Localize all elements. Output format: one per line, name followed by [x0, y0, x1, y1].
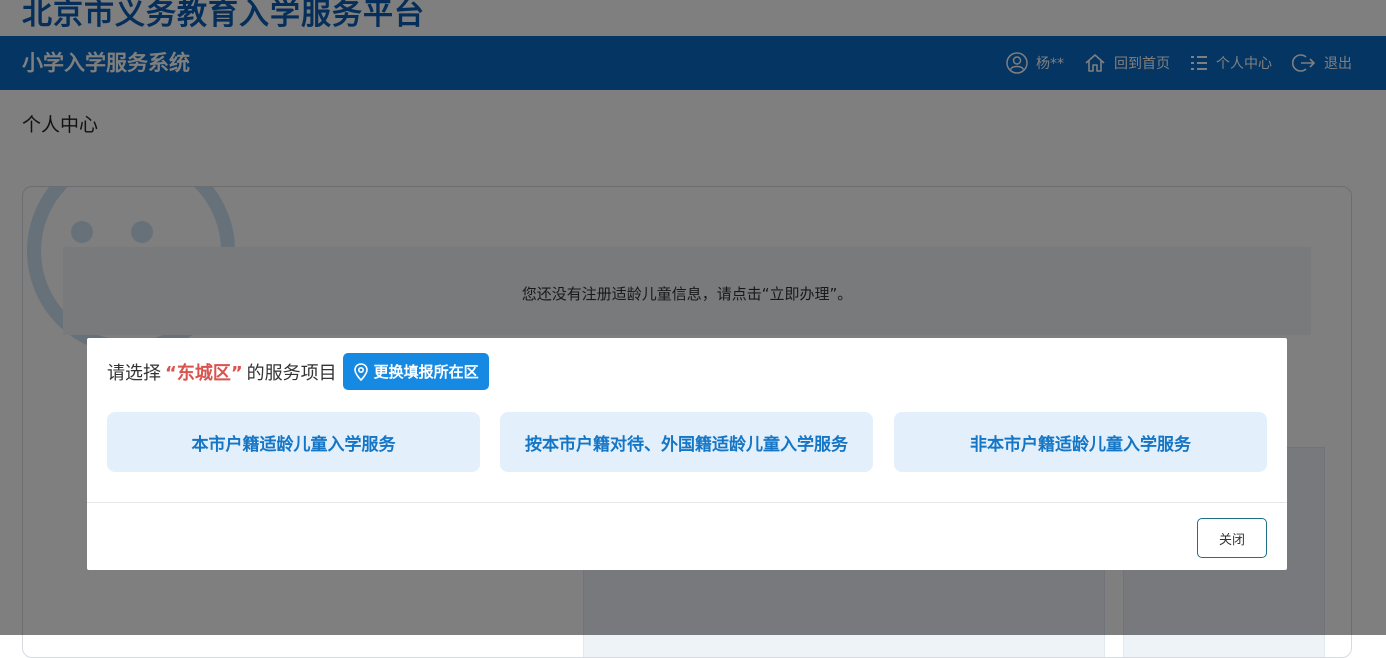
service-options: 本市户籍适龄儿童入学服务 按本市户籍对待、外国籍适龄儿童入学服务 非本市户籍适龄…	[107, 412, 1267, 472]
location-pin-icon	[353, 362, 368, 381]
equivalent-foreign-service-button[interactable]: 按本市户籍对待、外国籍适龄儿童入学服务	[500, 412, 873, 472]
dialog-divider	[87, 502, 1287, 503]
service-selection-dialog: 请选择 “东城区” 的服务项目 更换填报所在区 本市户籍适龄儿童入学服务 按本市…	[87, 338, 1287, 570]
local-hukou-service-button[interactable]: 本市户籍适龄儿童入学服务	[107, 412, 480, 472]
prompt-prefix: 请选择	[107, 362, 161, 384]
prompt-suffix: 的服务项目	[246, 362, 337, 384]
selected-district: “东城区”	[165, 362, 243, 384]
close-button[interactable]: 关闭	[1197, 518, 1267, 558]
change-district-button[interactable]: 更换填报所在区	[342, 353, 489, 390]
change-district-label: 更换填报所在区	[373, 363, 479, 381]
dialog-header: 请选择 “东城区” 的服务项目 更换填报所在区	[107, 353, 489, 390]
non-local-hukou-service-button[interactable]: 非本市户籍适龄儿童入学服务	[894, 412, 1267, 472]
